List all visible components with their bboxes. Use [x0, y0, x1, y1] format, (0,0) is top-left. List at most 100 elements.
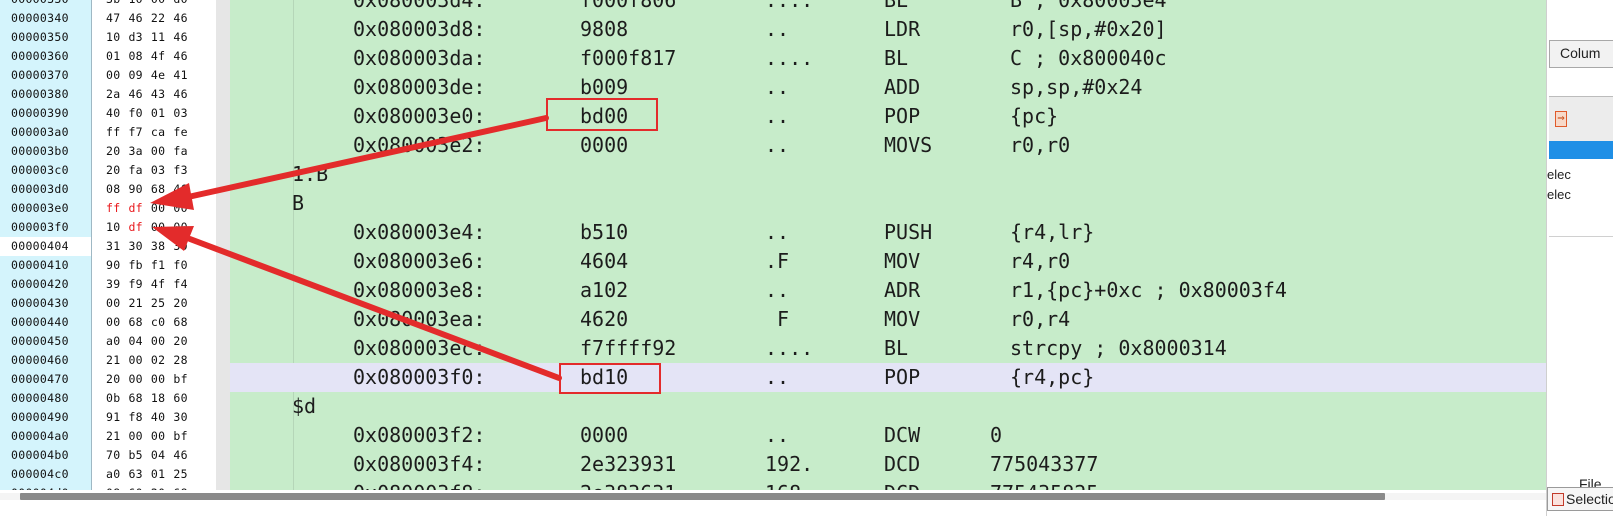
memory-byte[interactable]: 68 — [128, 391, 142, 405]
memory-byte[interactable]: fa — [128, 163, 142, 177]
memory-byte[interactable]: f3 — [173, 163, 187, 177]
memory-row[interactable]: 00000330 3b 10 00 d0 — [0, 0, 216, 9]
memory-byte[interactable]: ca — [151, 125, 165, 139]
memory-byte[interactable]: ff — [106, 125, 120, 139]
disasm-instruction-row[interactable]: 0x080003e2: 0000.. MOVS r0,r0 — [230, 131, 1546, 160]
memory-byte[interactable]: fb — [128, 258, 142, 272]
memory-byte[interactable]: 00 — [173, 220, 187, 234]
memory-row[interactable]: 00000410 90 fb f1 f0 — [0, 256, 216, 275]
memory-byte[interactable]: 30 — [128, 239, 142, 253]
memory-byte[interactable]: 00 — [151, 0, 165, 6]
memory-row[interactable]: 000003a0 ff f7 ca fe — [0, 123, 216, 142]
memory-byte[interactable]: 20 — [106, 163, 120, 177]
memory-byte[interactable]: 01 — [151, 106, 165, 120]
side-list-item-1[interactable]: elec — [1547, 167, 1571, 182]
memory-byte[interactable]: 00 — [151, 220, 165, 234]
memory-byte[interactable]: 08 — [106, 182, 120, 196]
memory-byte[interactable]: 00 — [106, 68, 120, 82]
memory-byte[interactable]: 01 — [151, 467, 165, 481]
memory-byte[interactable]: 31 — [106, 239, 120, 253]
memory-byte[interactable]: 01 — [106, 49, 120, 63]
memory-byte[interactable]: 04 — [128, 334, 142, 348]
memory-byte[interactable]: 46 — [173, 182, 187, 196]
memory-byte[interactable]: 46 — [128, 11, 142, 25]
disasm-instruction-row[interactable]: 0x080003d4: f000f806.... BL B ; 0x80003e4 — [230, 0, 1546, 15]
disasm-instruction-row[interactable]: 0x080003e4: b510.. PUSH {r4,lr} — [230, 218, 1546, 247]
memory-row[interactable]: 000003f0 10 df 00 00 — [0, 218, 216, 237]
memory-byte[interactable]: 46 — [128, 87, 142, 101]
memory-row[interactable]: 000003d0 08 90 68 46 — [0, 180, 216, 199]
memory-byte[interactable]: 08 — [128, 49, 142, 63]
memory-row[interactable]: 00000370 00 09 4e 41 — [0, 66, 216, 85]
selected-item-bar[interactable] — [1549, 141, 1613, 159]
memory-row[interactable]: 00000450 a0 04 00 20 — [0, 332, 216, 351]
memory-byte[interactable]: f0 — [173, 258, 187, 272]
memory-row[interactable]: 00000430 00 21 25 20 — [0, 294, 216, 313]
memory-row[interactable]: 00000480 0b 68 18 60 — [0, 389, 216, 408]
memory-row[interactable]: 00000420 39 f9 4f f4 — [0, 275, 216, 294]
memory-byte[interactable]: 02 — [151, 353, 165, 367]
disasm-instruction-row[interactable]: 0x080003e8: a102.. ADR r1,{pc}+0xc ; 0x8000… — [230, 276, 1546, 305]
memory-byte[interactable]: 00 — [128, 353, 142, 367]
disassembly-view[interactable]: 0x080003d4: f000f806.... BL B ; 0x80003e4 0x… — [230, 0, 1546, 490]
memory-byte[interactable]: 20 — [106, 372, 120, 386]
memory-byte[interactable]: 39 — [106, 277, 120, 291]
disasm-data-row[interactable]: 0x080003f8: 2e383631 168. DCD 775435825 — [230, 479, 1546, 490]
disasm-instruction-row[interactable]: 0x080003da: f000f817.... BL C ; 0x800040c — [230, 44, 1546, 73]
memory-row[interactable]: 000004c0 a0 63 01 25 — [0, 465, 216, 484]
horizontal-scrollbar-thumb[interactable] — [20, 493, 1385, 500]
memory-byte[interactable]: 41 — [173, 68, 187, 82]
memory-byte[interactable]: 00 — [151, 372, 165, 386]
memory-byte[interactable]: 68 — [173, 315, 187, 329]
memory-row[interactable]: 00000404 31 30 38 30 — [0, 237, 216, 256]
memory-byte[interactable]: f1 — [151, 258, 165, 272]
memory-byte[interactable]: 40 — [106, 106, 120, 120]
side-list-item-2[interactable]: elec — [1547, 187, 1571, 202]
arrow-icon[interactable]: ⇒ — [1555, 111, 1567, 127]
memory-byte[interactable]: 00 — [106, 315, 120, 329]
memory-byte[interactable]: 4e — [151, 68, 165, 82]
memory-byte[interactable]: d3 — [128, 30, 142, 44]
memory-row[interactable]: 00000390 40 f0 01 03 — [0, 104, 216, 123]
memory-byte[interactable]: 63 — [128, 467, 142, 481]
memory-byte[interactable]: 00 — [106, 296, 120, 310]
memory-byte[interactable]: a0 — [106, 334, 120, 348]
memory-row[interactable]: 000004b0 70 b5 04 46 — [0, 446, 216, 465]
memory-byte[interactable]: 90 — [106, 258, 120, 272]
memory-byte[interactable]: f7 — [128, 125, 142, 139]
memory-byte[interactable]: d0 — [173, 0, 187, 6]
memory-row[interactable]: 000003b0 20 3a 00 fa — [0, 142, 216, 161]
disasm-instruction-row[interactable]: 0x080003de: b009.. ADD sp,sp,#0x24 — [230, 73, 1546, 102]
memory-byte[interactable]: 00 — [128, 372, 142, 386]
memory-byte[interactable]: 21 — [106, 353, 120, 367]
memory-byte[interactable]: 03 — [151, 163, 165, 177]
disasm-instruction-row[interactable]: 0x080003ea: 4620 F MOV r0,r4 — [230, 305, 1546, 334]
memory-row[interactable]: 00000350 10 d3 11 46 — [0, 28, 216, 47]
disasm-instruction-row[interactable]: 0x080003e6: 4604 .F MOV r4,r0 — [230, 247, 1546, 276]
memory-row[interactable]: 00000440 00 68 c0 68 — [0, 313, 216, 332]
memory-byte[interactable]: 10 — [106, 30, 120, 44]
memory-byte[interactable]: 3b — [106, 0, 120, 6]
memory-byte[interactable]: 2a — [106, 87, 120, 101]
memory-byte[interactable]: 46 — [173, 11, 187, 25]
memory-byte[interactable]: 09 — [128, 68, 142, 82]
memory-byte[interactable]: df — [128, 201, 142, 215]
memory-byte[interactable]: 68 — [128, 315, 142, 329]
memory-byte[interactable]: 47 — [106, 11, 120, 25]
memory-byte[interactable]: 10 — [106, 220, 120, 234]
memory-row[interactable]: 00000340 47 46 22 46 — [0, 9, 216, 28]
memory-view-scrollbar[interactable] — [216, 0, 230, 490]
memory-byte[interactable]: 38 — [151, 239, 165, 253]
memory-row[interactable]: 000003e0 ff df 00 00 — [0, 199, 216, 218]
disasm-instruction-row[interactable]: 0x080003e0: bd00.. POP {pc} — [230, 102, 1546, 131]
memory-byte[interactable]: 20 — [173, 296, 187, 310]
memory-byte[interactable]: 20 — [106, 144, 120, 158]
disasm-data-row[interactable]: 0x080003f4: 2e323931 192. DCD 775043377 — [230, 450, 1546, 479]
memory-byte[interactable]: f8 — [128, 410, 142, 424]
memory-byte[interactable]: 21 — [106, 429, 120, 443]
memory-byte[interactable]: 00 — [151, 144, 165, 158]
memory-byte[interactable]: 21 — [128, 296, 142, 310]
memory-row[interactable]: 00000470 20 00 00 bf — [0, 370, 216, 389]
memory-byte[interactable]: f4 — [173, 277, 187, 291]
memory-byte[interactable]: 68 — [151, 182, 165, 196]
